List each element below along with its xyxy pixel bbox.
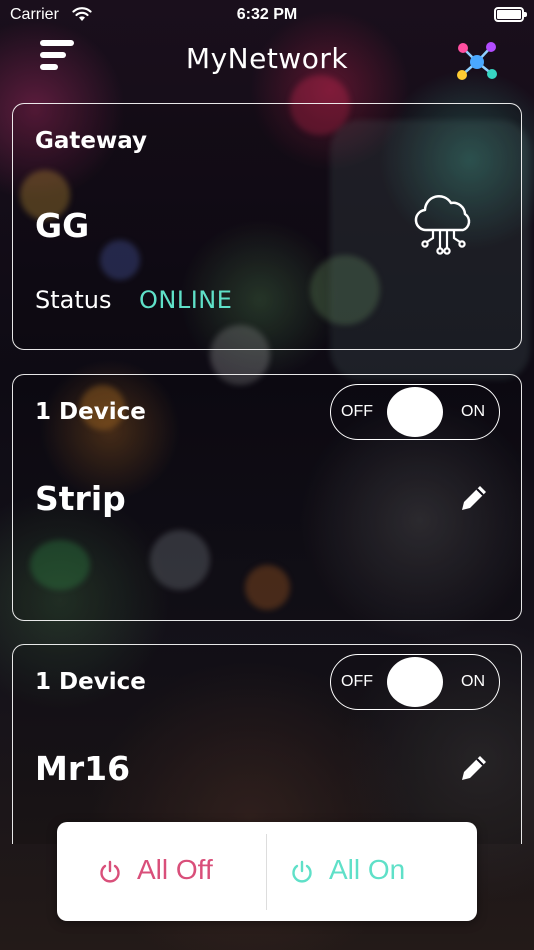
power-toggle[interactable]: OFF ON	[330, 654, 500, 710]
status-bar: Carrier 6:32 PM	[0, 0, 534, 32]
device-count: 1 Device	[35, 399, 146, 425]
power-toggle[interactable]: OFF ON	[330, 384, 500, 440]
master-power-bar: All Off All On	[57, 822, 477, 921]
nav-header: MyNetwork	[0, 32, 534, 90]
all-off-button[interactable]: All Off	[57, 822, 266, 921]
network-nodes-icon[interactable]	[454, 38, 500, 84]
gateway-card[interactable]: Gateway GG Status ONLINE	[12, 103, 522, 350]
toggle-on-label: ON	[461, 673, 485, 690]
power-icon	[292, 860, 312, 883]
toggle-off-label: OFF	[341, 673, 373, 690]
battery-icon	[494, 7, 527, 22]
power-icon	[100, 860, 120, 883]
all-on-button[interactable]: All On	[267, 822, 476, 921]
device-group-card[interactable]: 1 Device OFF ON Mr16	[12, 644, 522, 844]
all-off-label: All Off	[137, 854, 213, 885]
cloud-circuit-icon	[414, 194, 471, 255]
toggle-knob[interactable]	[387, 657, 443, 707]
gateway-name: GG	[35, 206, 90, 245]
toggle-off-label: OFF	[341, 403, 373, 420]
clock: 6:32 PM	[236, 6, 298, 23]
all-on-label: All On	[329, 854, 406, 885]
status-label: Status	[35, 286, 112, 314]
toggle-knob[interactable]	[387, 387, 443, 437]
device-name: Strip	[35, 479, 126, 518]
status-badge: ONLINE	[139, 286, 233, 314]
device-count: 1 Device	[35, 669, 146, 695]
pencil-icon[interactable]	[457, 751, 491, 785]
device-group-card[interactable]: 1 Device OFF ON Strip	[12, 374, 522, 621]
device-name: Mr16	[35, 749, 131, 788]
toggle-on-label: ON	[461, 403, 485, 420]
pencil-icon[interactable]	[457, 481, 491, 515]
gateway-label: Gateway	[35, 128, 148, 154]
